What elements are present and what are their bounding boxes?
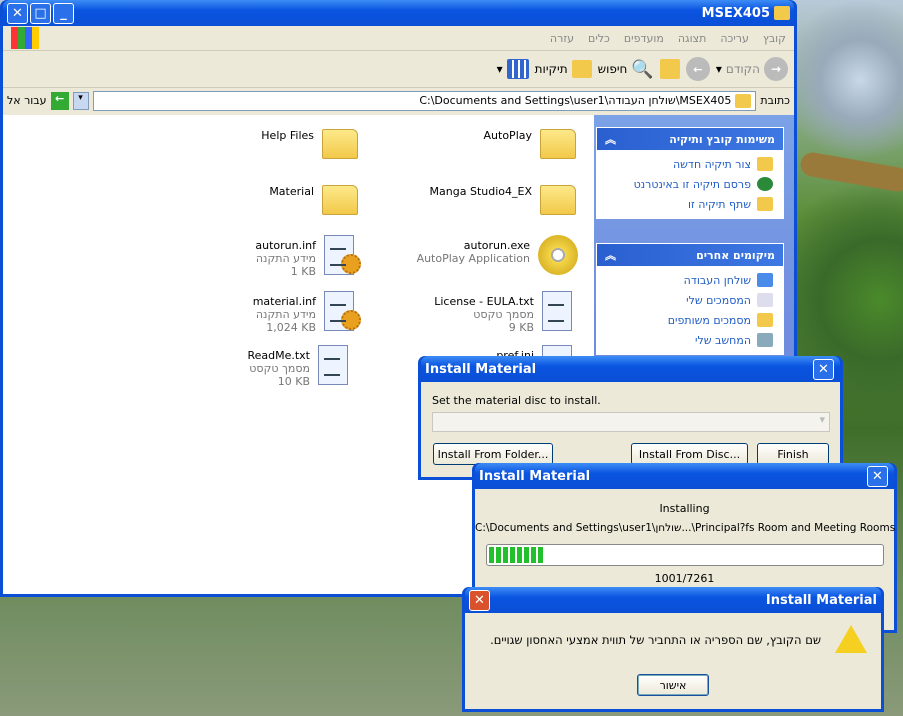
prompt-label: Set the material disc to install. bbox=[432, 394, 601, 407]
address-dropdown[interactable]: ▾ bbox=[72, 91, 89, 110]
desktop-icon bbox=[757, 273, 773, 287]
folder-icon bbox=[735, 93, 752, 108]
dialog-title: Install Material bbox=[425, 361, 537, 377]
menu-edit[interactable]: עריכה bbox=[720, 32, 749, 45]
minimize-button[interactable]: _ bbox=[53, 2, 74, 24]
disc-select[interactable]: ▾ bbox=[432, 412, 830, 432]
collapse-icon[interactable]: ︽ bbox=[605, 131, 616, 147]
text-file-icon bbox=[542, 291, 572, 331]
folder-icon bbox=[540, 185, 576, 215]
folder-icon bbox=[540, 129, 576, 159]
close-button[interactable]: ✕ bbox=[813, 358, 834, 380]
finish-button[interactable]: Finish bbox=[757, 443, 829, 465]
globe-icon bbox=[757, 177, 773, 191]
setup-info-icon bbox=[324, 235, 361, 275]
up-button[interactable] bbox=[659, 59, 680, 79]
window-title: MSEX405 bbox=[701, 5, 770, 21]
address-value: C:\Documents and Settings\user1\שולחן הע… bbox=[419, 94, 732, 107]
toolbar: → הקודם ▾ ← 🔍 חיפוש תיקיות ▾ bbox=[3, 51, 794, 88]
menu-bar: קובץ עריכה תצוגה מועדפים כלים עזרה bbox=[3, 26, 794, 51]
place-shared-documents[interactable]: מסמכים משותפים bbox=[597, 310, 783, 330]
tree-branch bbox=[798, 150, 903, 194]
search-button[interactable]: 🔍 חיפוש bbox=[598, 59, 654, 80]
folders-icon bbox=[571, 60, 592, 78]
install-from-disc-button[interactable]: Install From Disc... bbox=[631, 443, 748, 465]
folder-icon bbox=[774, 6, 790, 20]
menu-help[interactable]: עזרה bbox=[550, 32, 574, 45]
place-my-computer[interactable]: המחשב שלי bbox=[597, 330, 783, 350]
windows-logo-icon bbox=[11, 27, 39, 49]
magnifier-icon: 🔍 bbox=[631, 58, 654, 80]
file-item[interactable]: Material bbox=[269, 181, 358, 215]
file-item[interactable]: Manga Studio4_EX bbox=[430, 181, 576, 215]
address-bar: כתובת C:\Documents and Settings\user1\שו… bbox=[3, 88, 794, 113]
task-publish-web[interactable]: פרסם תיקיה זו באינטרנט bbox=[597, 174, 783, 194]
panel-title: מיקומים אחרים bbox=[696, 248, 775, 262]
current-path: C:\Documents and Settings\user1\שולחן...… bbox=[475, 522, 896, 534]
error-message: שם הקובץ, שם הספריה או התחביר של תווית א… bbox=[490, 633, 821, 647]
file-tasks-panel: משימות קובץ ותיקיה ︽ צור תיקיה חדשה פרסם … bbox=[596, 127, 784, 219]
ok-button[interactable]: אישור bbox=[637, 674, 709, 696]
task-share-folder[interactable]: שתף תיקיה זו bbox=[597, 194, 783, 214]
install-material-dialog: Install Material ✕ Set the material disc … bbox=[418, 356, 843, 480]
collapse-icon[interactable]: ︽ bbox=[605, 247, 616, 263]
text-file-icon bbox=[318, 345, 348, 385]
progress-bar bbox=[485, 544, 884, 566]
views-icon bbox=[506, 59, 529, 79]
title-bar[interactable]: ✕ □ _ MSEX405 bbox=[3, 0, 794, 26]
folder-icon bbox=[322, 185, 358, 215]
file-item[interactable]: License - EULA.txt מסמך טקסט 9 KB bbox=[434, 291, 572, 334]
close-button[interactable]: ✕ bbox=[7, 2, 28, 24]
documents-icon bbox=[757, 293, 773, 307]
close-button[interactable]: ✕ bbox=[469, 589, 490, 611]
file-item[interactable]: Help Files bbox=[261, 125, 358, 159]
dialog-title: Install Material bbox=[765, 592, 877, 608]
address-label: כתובת bbox=[760, 94, 790, 107]
warning-icon bbox=[835, 625, 867, 653]
address-input[interactable]: C:\Documents and Settings\user1\שולחן הע… bbox=[92, 90, 757, 111]
dialog-title: Install Material bbox=[479, 468, 591, 484]
share-folder-icon bbox=[757, 197, 773, 211]
file-item[interactable]: AutoPlay bbox=[484, 125, 576, 159]
place-my-documents[interactable]: המסמכים שלי bbox=[597, 290, 783, 310]
error-dialog: ✕ Install Material שם הקובץ, שם הספריה או… bbox=[462, 587, 884, 712]
go-button[interactable]: עבור אל bbox=[7, 94, 47, 107]
install-from-folder-button[interactable]: Install From Folder... bbox=[433, 443, 553, 465]
progress-fill bbox=[488, 547, 543, 563]
setup-info-icon bbox=[324, 291, 361, 331]
file-item[interactable]: autorun.exe AutoPlay Application bbox=[417, 235, 578, 275]
folder-icon bbox=[757, 313, 773, 327]
folder-icon bbox=[322, 129, 358, 159]
forward-button[interactable]: ← bbox=[685, 57, 710, 81]
file-item[interactable]: autorun.inf מידע התקנה 1 KB bbox=[255, 235, 361, 278]
cd-icon bbox=[538, 235, 578, 275]
folders-button[interactable]: תיקיות bbox=[535, 60, 592, 78]
place-desktop[interactable]: שולחן העבודה bbox=[597, 270, 783, 290]
go-arrow-icon[interactable]: ← bbox=[50, 91, 69, 110]
close-button[interactable]: ✕ bbox=[867, 465, 888, 487]
menu-file[interactable]: קובץ bbox=[763, 32, 786, 45]
folder-up-icon bbox=[659, 59, 680, 79]
computer-icon bbox=[757, 333, 773, 347]
file-item[interactable]: material.inf מידע התקנה 1,024 KB bbox=[253, 291, 361, 334]
progress-count: 1001/7261 bbox=[654, 572, 715, 585]
back-button[interactable]: → הקודם ▾ bbox=[716, 57, 788, 81]
menu-tools[interactable]: כלים bbox=[588, 32, 610, 45]
menu-favorites[interactable]: מועדפים bbox=[624, 32, 664, 45]
maximize-button[interactable]: □ bbox=[30, 2, 51, 24]
task-new-folder[interactable]: צור תיקיה חדשה bbox=[597, 154, 783, 174]
arrow-right-icon: → bbox=[764, 57, 788, 81]
file-item[interactable]: ReadMe.txt מסמך טקסט 10 KB bbox=[247, 345, 348, 388]
menu-view[interactable]: תצוגה bbox=[678, 32, 706, 45]
new-folder-icon bbox=[757, 157, 773, 171]
other-places-panel: מיקומים אחרים ︽ שולחן העבודה המסמכים שלי … bbox=[596, 243, 784, 355]
views-button[interactable]: ▾ bbox=[497, 59, 529, 79]
status-label: Installing bbox=[659, 502, 710, 515]
panel-title: משימות קובץ ותיקיה bbox=[669, 132, 775, 146]
